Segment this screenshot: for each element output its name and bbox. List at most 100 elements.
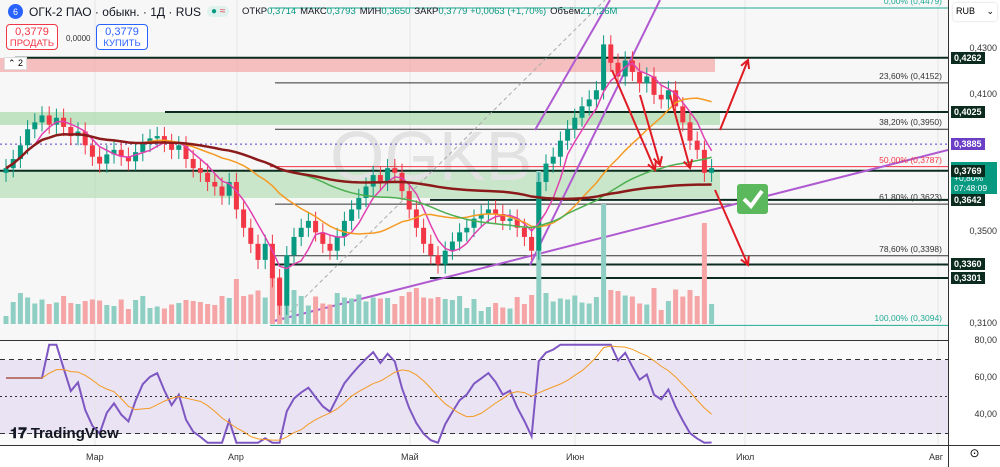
candle bbox=[637, 71, 643, 84]
volume-bar bbox=[341, 297, 347, 324]
candle bbox=[658, 94, 664, 100]
volume-bar bbox=[154, 306, 160, 324]
fib-label: 61,80% (0,3623) bbox=[879, 192, 942, 203]
rsi-axis-label: 80,00 bbox=[974, 335, 997, 345]
candle bbox=[154, 136, 160, 139]
candle bbox=[46, 115, 52, 125]
volume-bar bbox=[262, 297, 268, 324]
volume-bar bbox=[176, 303, 182, 324]
price-level-tag: 0,3301 bbox=[951, 271, 985, 284]
candle bbox=[421, 227, 427, 244]
candle bbox=[39, 115, 45, 123]
volume-bar bbox=[10, 302, 16, 324]
volume-bar bbox=[25, 297, 31, 324]
ohlc-value: 0,3714 bbox=[267, 6, 297, 17]
candle bbox=[25, 129, 31, 146]
volume-bar bbox=[255, 290, 261, 324]
volume-bar bbox=[601, 204, 607, 324]
candle bbox=[428, 243, 434, 256]
volume-bar bbox=[68, 303, 74, 324]
volume-bar bbox=[363, 301, 369, 324]
volume-bar bbox=[399, 296, 405, 324]
candle bbox=[709, 168, 715, 173]
volume-bar bbox=[694, 296, 700, 324]
volume-bar bbox=[61, 296, 67, 324]
volume-bar bbox=[205, 304, 211, 324]
candle bbox=[529, 236, 535, 251]
ohlc-value: 217,26M bbox=[580, 6, 618, 17]
ohlc-key: ОТКР bbox=[242, 6, 268, 17]
volume-bar bbox=[500, 307, 506, 324]
volume-bar bbox=[651, 288, 657, 324]
buy-button[interactable]: 0,3779 КУПИТЬ bbox=[96, 24, 148, 50]
volume-bar bbox=[356, 294, 362, 324]
candle bbox=[341, 220, 347, 237]
volume-bar bbox=[442, 299, 448, 324]
candle bbox=[277, 278, 283, 306]
candle bbox=[233, 181, 239, 210]
ohlc-readout: ОТКР0,3714 МАКС0,3793 МИН0,3650 ЗАКР0,3779 … bbox=[242, 6, 621, 17]
candle bbox=[586, 99, 592, 107]
candle bbox=[464, 227, 470, 233]
price-axis[interactable]: RUB⌄ 0,3779+0,80%07:48:09 ⊙ 0,43000,4100… bbox=[948, 0, 1000, 467]
volume-bar bbox=[457, 296, 463, 324]
candle bbox=[133, 152, 139, 162]
candle bbox=[579, 106, 585, 118]
candle bbox=[269, 243, 275, 279]
candle bbox=[3, 168, 9, 173]
volume-bar bbox=[644, 304, 650, 324]
candle bbox=[97, 156, 103, 164]
volume-bar bbox=[435, 297, 441, 324]
price-axis-label: 0,4100 bbox=[969, 88, 997, 99]
volume-bar bbox=[133, 300, 139, 324]
tradingview-logo[interactable]: 𝟏𝟕 TradingView bbox=[10, 425, 119, 442]
volume-bar bbox=[305, 305, 311, 324]
time-axis-label: Мар bbox=[86, 452, 104, 462]
candle bbox=[248, 227, 254, 244]
candle bbox=[392, 168, 398, 173]
candle bbox=[507, 218, 513, 221]
tv-logo-icon: 𝟏𝟕 bbox=[10, 425, 27, 442]
volume-bar bbox=[608, 290, 614, 324]
price-chart[interactable]: OGKB bbox=[0, 0, 948, 467]
volume-bar bbox=[586, 303, 592, 324]
volume-bar bbox=[219, 296, 225, 324]
candle bbox=[435, 255, 441, 265]
candle bbox=[89, 145, 95, 157]
candle bbox=[104, 154, 110, 164]
volume-bar bbox=[665, 301, 671, 324]
candle bbox=[680, 106, 686, 123]
settings-icon[interactable]: ⊙ bbox=[949, 445, 1000, 467]
volume-bar bbox=[615, 291, 621, 324]
volume-bar bbox=[197, 302, 203, 324]
fib-label: 100,00% (0,3094) bbox=[874, 313, 942, 324]
volume-bar bbox=[39, 299, 45, 324]
volume-bar bbox=[298, 296, 304, 324]
symbol-title[interactable]: ОГК-2 ПАО · обыкн. · 1Д · RUS bbox=[29, 5, 201, 19]
candle bbox=[349, 209, 355, 221]
market-status-badge: ● ≈ bbox=[207, 6, 230, 17]
candle bbox=[313, 220, 319, 233]
candle bbox=[694, 140, 700, 150]
candle bbox=[197, 168, 203, 173]
volume-bar bbox=[334, 293, 340, 324]
volume-bar bbox=[406, 292, 412, 324]
price-axis-label: 0,3500 bbox=[969, 226, 997, 237]
volume-bar bbox=[320, 303, 326, 324]
volume-bar bbox=[392, 304, 398, 324]
ohlc-key: ЗАКР bbox=[414, 6, 439, 17]
sell-button[interactable]: 0,3779 ПРОДАТЬ bbox=[6, 24, 58, 50]
price-level-tag: 0,3769 bbox=[951, 164, 985, 177]
indicators-toggle[interactable]: ⌃ 2 bbox=[4, 57, 28, 70]
ohlc-key: МАКС bbox=[300, 6, 327, 17]
volume-bar bbox=[169, 304, 175, 324]
volume-bar bbox=[32, 303, 38, 324]
candle bbox=[320, 232, 326, 244]
volume-bar bbox=[413, 288, 419, 324]
currency-select[interactable]: RUB ⌄ bbox=[953, 3, 997, 21]
price-level-tag: 0,4262 bbox=[951, 51, 985, 64]
volume-bar bbox=[493, 303, 499, 324]
volume-bar bbox=[104, 305, 110, 324]
volume-bar bbox=[385, 298, 391, 324]
rsi-axis-label: 60,00 bbox=[974, 372, 997, 382]
